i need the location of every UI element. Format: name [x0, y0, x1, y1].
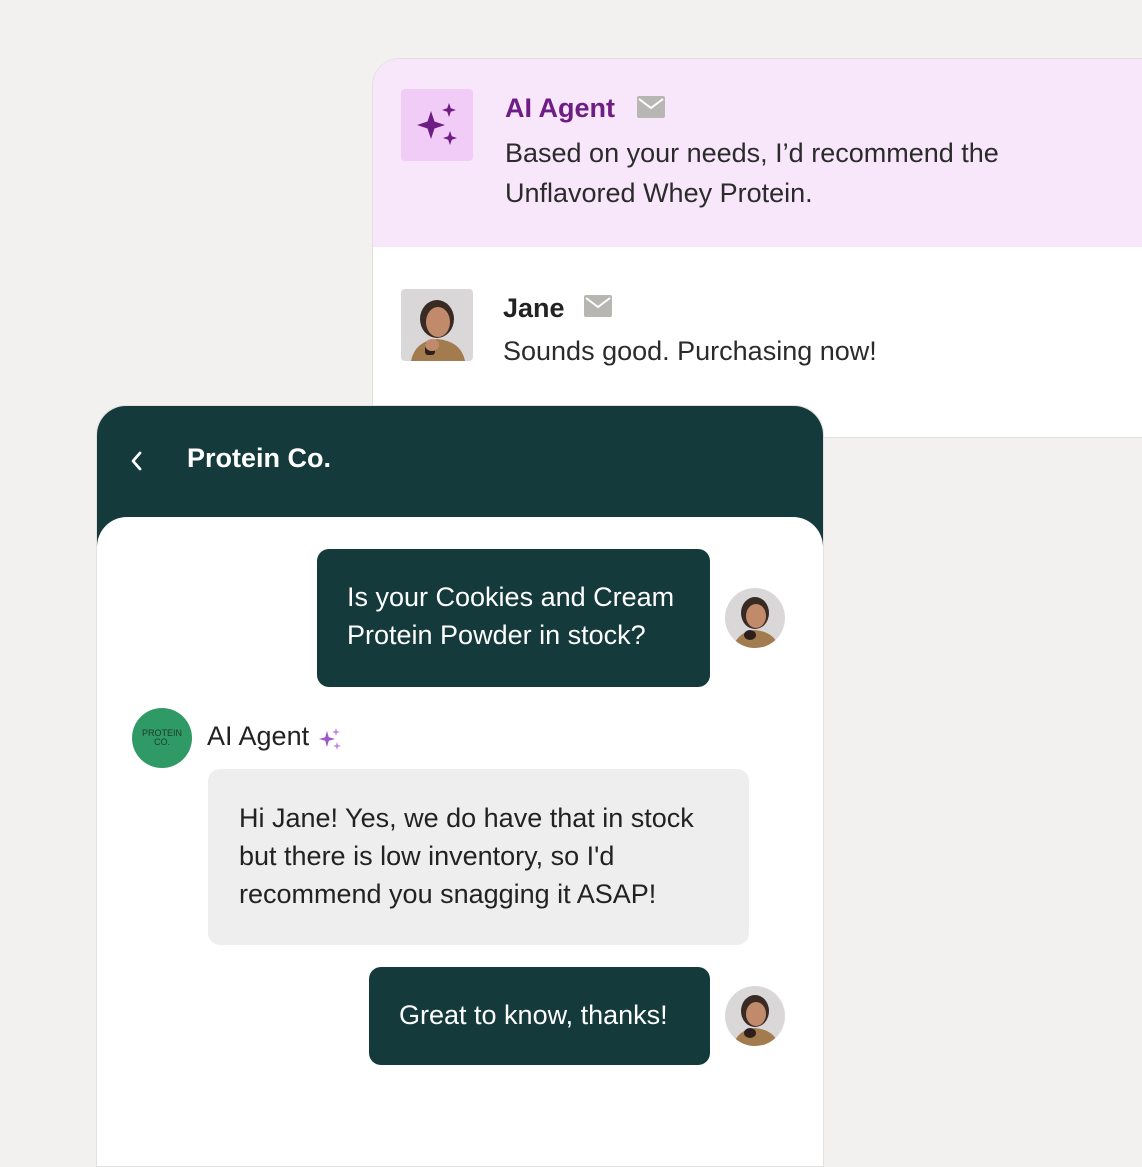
- chat-title: Protein Co.: [187, 443, 332, 473]
- mail-icon: [637, 96, 665, 118]
- jane-name: Jane: [503, 293, 565, 323]
- agent-message-bubble: Hi Jane! Yes, we do have that in stock b…: [208, 769, 749, 945]
- chevron-left-icon[interactable]: [127, 449, 147, 473]
- jane-avatar: [401, 289, 473, 361]
- mail-icon: [584, 295, 612, 317]
- chat-messages: Is your Cookies and Cream Protein Powder…: [97, 517, 823, 1166]
- ai-agent-message: Based on your needs, I’d recommend the U…: [505, 138, 999, 208]
- jane-message: Sounds good. Purchasing now!: [503, 336, 877, 366]
- user-message-bubble: Is your Cookies and Cream Protein Powder…: [317, 549, 710, 687]
- ai-agent-avatar: [401, 89, 473, 161]
- protein-co-logo: PROTEIN CO.: [132, 708, 192, 768]
- user-message-bubble: Great to know, thanks!: [369, 967, 710, 1065]
- agent-name: AI Agent: [207, 721, 310, 751]
- conversation-thread-card: AI Agent Based on your needs, I’d recomm…: [372, 58, 1142, 438]
- user-avatar: [725, 986, 785, 1046]
- chat-widget: Protein Co. Is your Cookies and Cream Pr…: [96, 405, 824, 1167]
- ai-agent-name: AI Agent: [505, 93, 615, 123]
- ai-agent-message-row[interactable]: AI Agent Based on your needs, I’d recomm…: [373, 59, 1142, 247]
- sparkles-icon: [319, 728, 341, 750]
- user-avatar: [725, 588, 785, 648]
- sparkles-icon: [417, 103, 457, 145]
